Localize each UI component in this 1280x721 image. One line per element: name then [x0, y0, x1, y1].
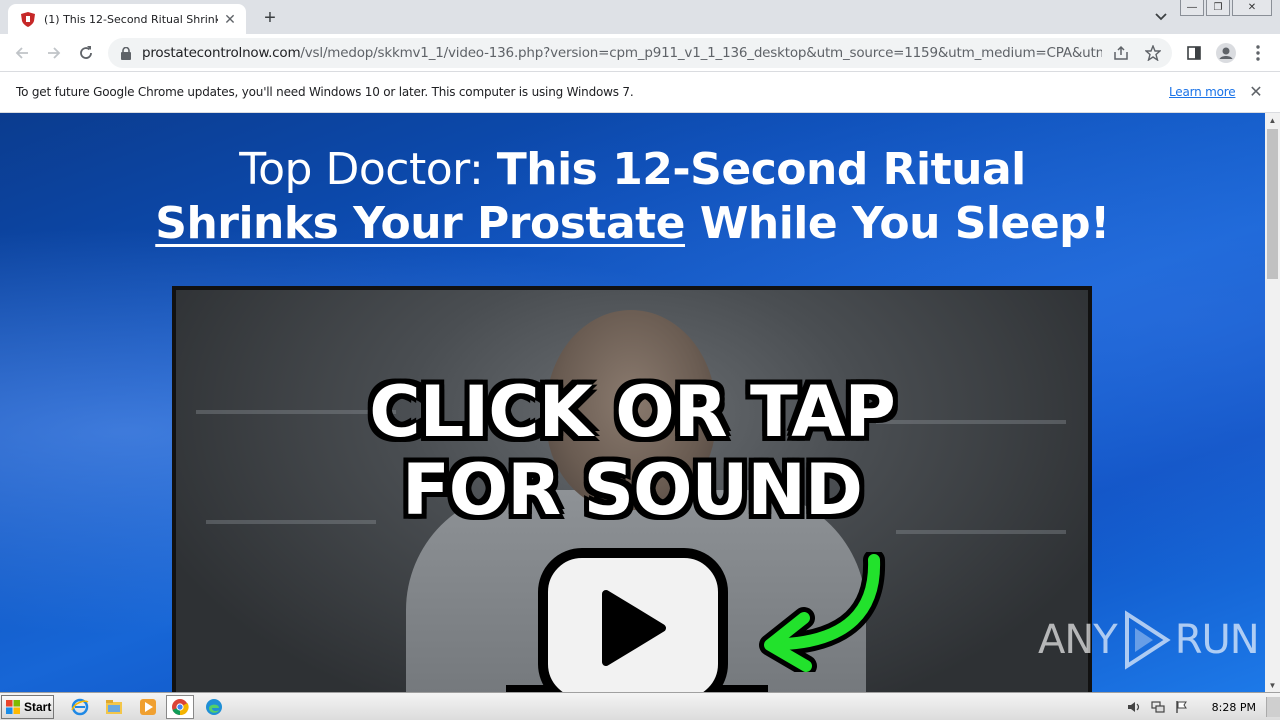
watermark-play-icon [1124, 610, 1171, 670]
tab-title: (1) This 12-Second Ritual Shrinks Yo [44, 12, 218, 26]
learn-more-link[interactable]: Learn more [1169, 85, 1236, 99]
side-panel-icon[interactable] [1182, 41, 1206, 65]
action-center-flag-icon[interactable] [1174, 699, 1190, 715]
start-label: Start [24, 700, 52, 714]
restore-button[interactable]: ❐ [1206, 0, 1230, 16]
scroll-down-arrow-icon[interactable]: ▼ [1265, 678, 1280, 692]
headline-bold-2: While You Sleep! [685, 198, 1110, 249]
windows-taskbar: Start 8:28 PM [0, 692, 1280, 720]
window-controls: — ❐ ✕ [1178, 0, 1272, 16]
taskbar-clock[interactable]: 8:28 PM [1212, 701, 1256, 714]
url-text[interactable]: prostatecontrolnow.com/vsl/medop/skkmv1_… [142, 45, 1102, 61]
anyrun-watermark: ANY RUN [1038, 610, 1260, 670]
system-tray: 8:28 PM [1122, 693, 1280, 721]
start-button[interactable]: Start [1, 695, 54, 719]
lock-icon[interactable] [118, 45, 134, 61]
share-icon[interactable] [1110, 43, 1132, 63]
taskbar-edge-icon[interactable] [200, 695, 228, 719]
network-icon[interactable] [1150, 699, 1166, 715]
show-desktop-button[interactable] [1266, 697, 1280, 717]
shield-favicon-icon [20, 11, 36, 27]
watermark-right: RUN [1174, 617, 1260, 663]
tab-strip: (1) This 12-Second Ritual Shrinks Yo ✕ +… [0, 0, 1280, 34]
volume-icon[interactable] [1126, 699, 1142, 715]
bookmark-star-icon[interactable] [1142, 43, 1164, 63]
play-icon [602, 590, 666, 666]
minimize-button[interactable]: — [1180, 0, 1204, 16]
new-tab-button[interactable]: + [258, 6, 282, 30]
cta-line-1: CLICK OR TAP [369, 371, 896, 453]
page-content: Top Doctor: This 12-Second Ritual Shrink… [0, 113, 1265, 692]
page-scrollbar[interactable]: ▲ ▼ [1265, 113, 1280, 692]
url-domain: prostatecontrolnow.com [142, 45, 301, 61]
green-arrow-icon [759, 552, 886, 672]
profile-avatar-icon[interactable] [1214, 41, 1238, 65]
address-bar[interactable]: prostatecontrolnow.com/vsl/medop/skkmv1_… [108, 38, 1172, 68]
taskbar-explorer-icon[interactable] [100, 695, 128, 719]
close-window-button[interactable]: ✕ [1232, 0, 1272, 16]
headline-bold-1: This 12-Second Ritual [496, 144, 1027, 195]
headline-prefix: Top Doctor: [239, 144, 497, 195]
infobar-close-icon[interactable]: ✕ [1246, 82, 1266, 102]
forward-arrow-icon[interactable] [42, 41, 66, 65]
taskbar-chrome-icon[interactable] [166, 695, 194, 719]
lab-shelf [896, 530, 1066, 534]
infobar-message: To get future Google Chrome updates, you… [16, 85, 634, 99]
video-player[interactable]: CLICK OR TAP FOR SOUND [172, 286, 1092, 692]
watermark-left: ANY [1038, 617, 1118, 663]
browser-tab[interactable]: (1) This 12-Second Ritual Shrinks Yo ✕ [8, 4, 246, 34]
browser-toolbar: prostatecontrolnow.com/vsl/medop/skkmv1_… [0, 34, 1280, 72]
headline-underlined: Shrinks Your Prostate [155, 198, 686, 249]
taskbar-media-player-icon[interactable] [134, 695, 162, 719]
play-button[interactable] [538, 548, 728, 692]
cta-line-2: FOR SOUND [401, 449, 863, 531]
reload-icon[interactable] [74, 41, 98, 65]
menu-kebab-icon[interactable] [1246, 41, 1270, 65]
back-arrow-icon[interactable] [10, 41, 34, 65]
taskbar-ie-icon[interactable] [66, 695, 94, 719]
page-headline: Top Doctor: This 12-Second Ritual Shrink… [0, 143, 1265, 251]
tab-close-icon[interactable]: ✕ [222, 11, 238, 27]
update-infobar: To get future Google Chrome updates, you… [0, 72, 1280, 113]
scroll-up-arrow-icon[interactable]: ▲ [1265, 113, 1280, 127]
windows-logo-icon [6, 700, 20, 714]
tab-search-chevron-icon[interactable] [1150, 8, 1172, 26]
url-path: /vsl/medop/skkmv1_1/video-136.php?versio… [300, 45, 1102, 61]
scroll-thumb[interactable] [1267, 129, 1278, 279]
